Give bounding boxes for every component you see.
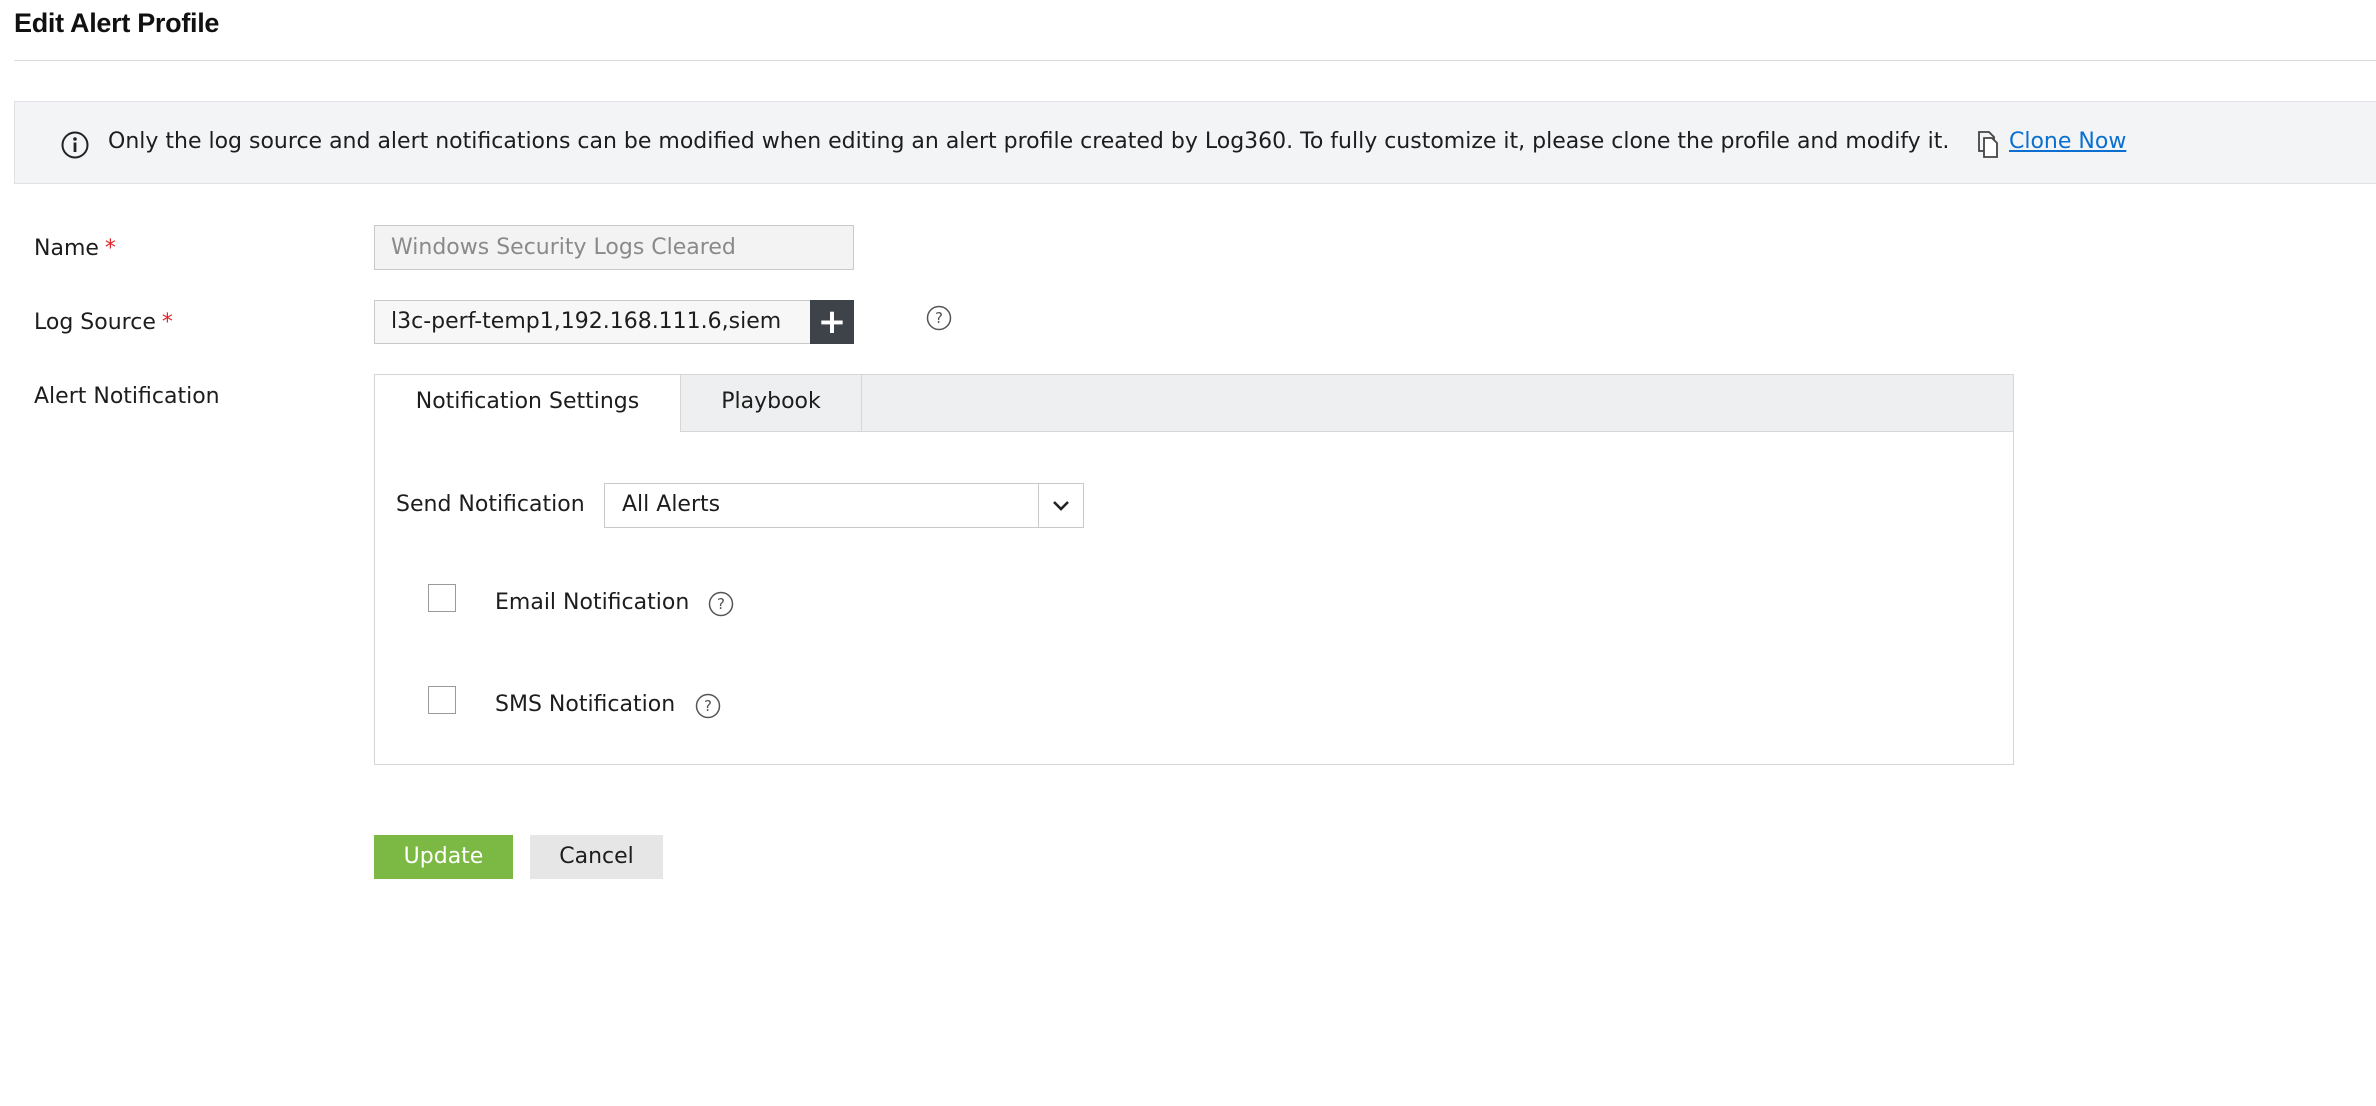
log-source-label-text: Log Source — [34, 310, 156, 335]
page-title: Edit Alert Profile — [14, 8, 220, 38]
info-banner: Only the log source and alert notificati… — [14, 101, 2376, 184]
send-notification-select[interactable]: All Alerts — [604, 483, 1084, 528]
log-source-field[interactable]: l3c-perf-temp1,192.168.111.6,siem — [374, 300, 811, 344]
send-notification-label: Send Notification — [396, 492, 585, 517]
email-notification-checkbox[interactable] — [428, 584, 456, 612]
alert-notification-label: Alert Notification — [34, 384, 220, 409]
name-label: Name * — [34, 236, 116, 261]
tab-notification-settings[interactable]: Notification Settings — [375, 375, 681, 432]
cancel-button[interactable]: Cancel — [530, 835, 663, 879]
svg-text:?: ? — [704, 697, 712, 715]
name-field[interactable]: Windows Security Logs Cleared — [374, 225, 854, 270]
help-icon[interactable]: ? — [926, 305, 952, 331]
help-icon[interactable]: ? — [708, 591, 734, 617]
email-notification-label: Email Notification — [495, 590, 690, 615]
copy-icon[interactable] — [1975, 129, 2001, 159]
title-divider — [14, 60, 2376, 61]
required-asterisk: * — [104, 236, 116, 261]
tab-playbook[interactable]: Playbook — [681, 375, 862, 431]
name-label-text: Name — [34, 236, 99, 261]
info-icon — [61, 131, 89, 159]
sms-notification-label: SMS Notification — [495, 692, 676, 717]
help-icon[interactable]: ? — [695, 693, 721, 719]
add-log-source-button[interactable]: + — [810, 300, 854, 344]
notification-panel: Notification Settings Playbook Send Noti… — [374, 374, 2014, 765]
chevron-down-icon[interactable] — [1038, 484, 1083, 527]
required-asterisk: * — [161, 310, 173, 335]
sms-notification-checkbox[interactable] — [428, 686, 456, 714]
clone-now-link[interactable]: Clone Now — [2009, 129, 2126, 154]
log-source-label: Log Source * — [34, 310, 173, 335]
tab-strip: Notification Settings Playbook — [375, 375, 2013, 432]
banner-message: Only the log source and alert notificati… — [108, 129, 1950, 154]
svg-text:?: ? — [717, 595, 725, 613]
svg-text:?: ? — [935, 309, 943, 327]
update-button[interactable]: Update — [374, 835, 513, 879]
select-value: All Alerts — [622, 492, 721, 517]
